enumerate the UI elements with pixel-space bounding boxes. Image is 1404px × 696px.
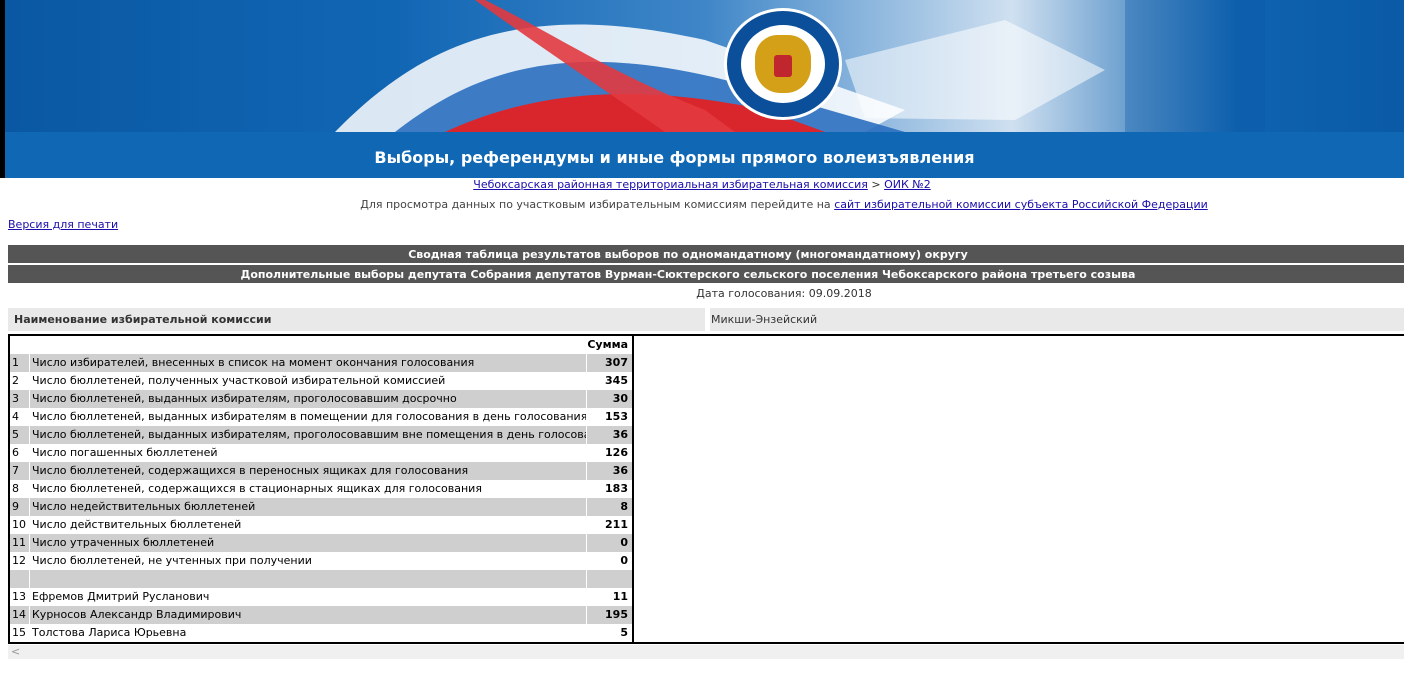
commission-name-row: Наименование избирательной комиссии Микш… [8,308,1404,331]
results-header-name [30,336,586,354]
row-value [587,570,632,588]
table-row: 14 Курносов Александр Владимирович 195 [10,606,632,624]
print-version-link[interactable]: Версия для печати [8,218,118,231]
breadcrumb: Чебоксарская районная территориальная из… [0,178,1404,191]
table-row: 12 Число бюллетеней, не учтенных при полу… [10,552,632,570]
row-number: 3 [10,390,29,408]
row-number: 10 [10,516,29,534]
voting-date-label: Дата голосования: [696,287,806,300]
table-row: 10 Число действительных бюллетеней 211 [10,516,632,534]
results-header-row: Сумма [10,336,632,354]
row-value: 0 [587,534,632,552]
table-row: 6 Число погашенных бюллетеней 126 [10,444,632,462]
table-row: 5 Число бюллетеней, выданных избирателям,… [10,426,632,444]
row-number: 5 [10,426,29,444]
row-label: Курносов Александр Владимирович [30,606,586,624]
notice-prefix: Для просмотра данных по участковым избир… [360,198,831,211]
voting-date-value: 09.09.2018 [808,287,872,300]
row-value: 36 [587,462,632,480]
site-title-bar: Выборы, референдумы и иные формы прямого… [5,132,1404,178]
table-row: 11 Число утраченных бюллетеней 0 [10,534,632,552]
row-label: Ефремов Дмитрий Русланович [30,588,586,606]
table-row: 8 Число бюллетеней, содержащихся в стацио… [10,480,632,498]
horizontal-scrollbar[interactable]: < [8,645,1404,659]
row-number: 14 [10,606,29,624]
row-value: 195 [587,606,632,624]
table-row: 13 Ефремов Дмитрий Русланович 11 [10,588,632,606]
row-number: 1 [10,354,29,372]
table-row: 9 Число недействительных бюллетеней 8 [10,498,632,516]
row-label: Число бюллетеней, содержащихся в перенос… [30,462,586,480]
row-number: 13 [10,588,29,606]
row-number: 8 [10,480,29,498]
flag-wave-graphic [335,0,1265,132]
row-number: 2 [10,372,29,390]
table-row: 4 Число бюллетеней, выданных избирателям … [10,408,632,426]
row-label: Число избирателей, внесенных в список на… [30,354,586,372]
row-label: Число бюллетеней, выданных избирателям в… [30,408,586,426]
notice-text: Для просмотра данных по участковым избир… [0,198,1404,211]
row-label: Число бюллетеней, полученных участковой … [30,372,586,390]
row-value: 36 [587,426,632,444]
scroll-left-arrow-icon[interactable]: < [11,645,20,659]
subject-commission-link[interactable]: сайт избирательной комиссии субъекта Рос… [834,198,1208,211]
results-table: Сумма 1 Число избирателей, внесенных в сп… [10,336,634,642]
row-value: 307 [587,354,632,372]
row-label: Число погашенных бюллетеней [30,444,586,462]
row-label: Число действительных бюллетеней [30,516,586,534]
results-spacer-row [10,570,632,588]
summary-table-title: Сводная таблица результатов выборов по о… [408,247,968,261]
row-label [30,570,586,588]
row-value: 126 [587,444,632,462]
commission-row-divider [705,308,710,331]
election-title: Дополнительные выборы депутата Собрания … [240,267,1136,281]
row-label: Число утраченных бюллетеней [30,534,586,552]
row-label: Толстова Лариса Юрьевна [30,624,586,642]
row-number: 7 [10,462,29,480]
row-value: 5 [587,624,632,642]
table-row: 2 Число бюллетеней, полученных участковой… [10,372,632,390]
row-number: 15 [10,624,29,642]
row-number [10,570,29,588]
row-value: 211 [587,516,632,534]
row-label: Число бюллетеней, не учтенных при получе… [30,552,586,570]
row-number: 4 [10,408,29,426]
row-number: 6 [10,444,29,462]
site-title: Выборы, референдумы и иные формы прямого… [374,147,975,167]
breadcrumb-territorial-commission[interactable]: Чебоксарская районная территориальная из… [473,178,868,191]
row-value: 183 [587,480,632,498]
row-label: Число бюллетеней, содержащихся в стацион… [30,480,586,498]
results-header-num [10,336,29,354]
table-row: 15 Толстова Лариса Юрьевна 5 [10,624,632,642]
row-value: 0 [587,552,632,570]
row-value: 30 [587,390,632,408]
results-table-frame: Сумма 1 Число избирателей, внесенных в сп… [8,334,1404,644]
row-label: Число бюллетеней, выданных избирателям, … [30,426,586,444]
table-row: 3 Число бюллетеней, выданных избирателям,… [10,390,632,408]
results-header-sum: Сумма [587,336,632,354]
row-value: 8 [587,498,632,516]
commission-name-label: Наименование избирательной комиссии [14,313,272,326]
row-number: 12 [10,552,29,570]
table-row: 7 Число бюллетеней, содержащихся в перено… [10,462,632,480]
row-value: 11 [587,588,632,606]
cik-emblem [724,8,842,120]
commission-name-value: Микши-Энзейский [711,313,818,326]
row-label: Число бюллетеней, выданных избирателям, … [30,390,586,408]
row-number: 9 [10,498,29,516]
row-number: 11 [10,534,29,552]
breadcrumb-separator: > [871,178,881,191]
row-value: 153 [587,408,632,426]
summary-table-title-bar: Сводная таблица результатов выборов по о… [8,245,1404,263]
row-value: 345 [587,372,632,390]
election-title-bar: Дополнительные выборы депутата Собрания … [8,265,1404,283]
breadcrumb-oik[interactable]: ОИК №2 [884,178,931,191]
table-row: 1 Число избирателей, внесенных в список н… [10,354,632,372]
header-banner [5,0,1404,132]
row-label: Число недействительных бюллетеней [30,498,586,516]
voting-date: Дата голосования: 09.09.2018 [0,287,1404,300]
